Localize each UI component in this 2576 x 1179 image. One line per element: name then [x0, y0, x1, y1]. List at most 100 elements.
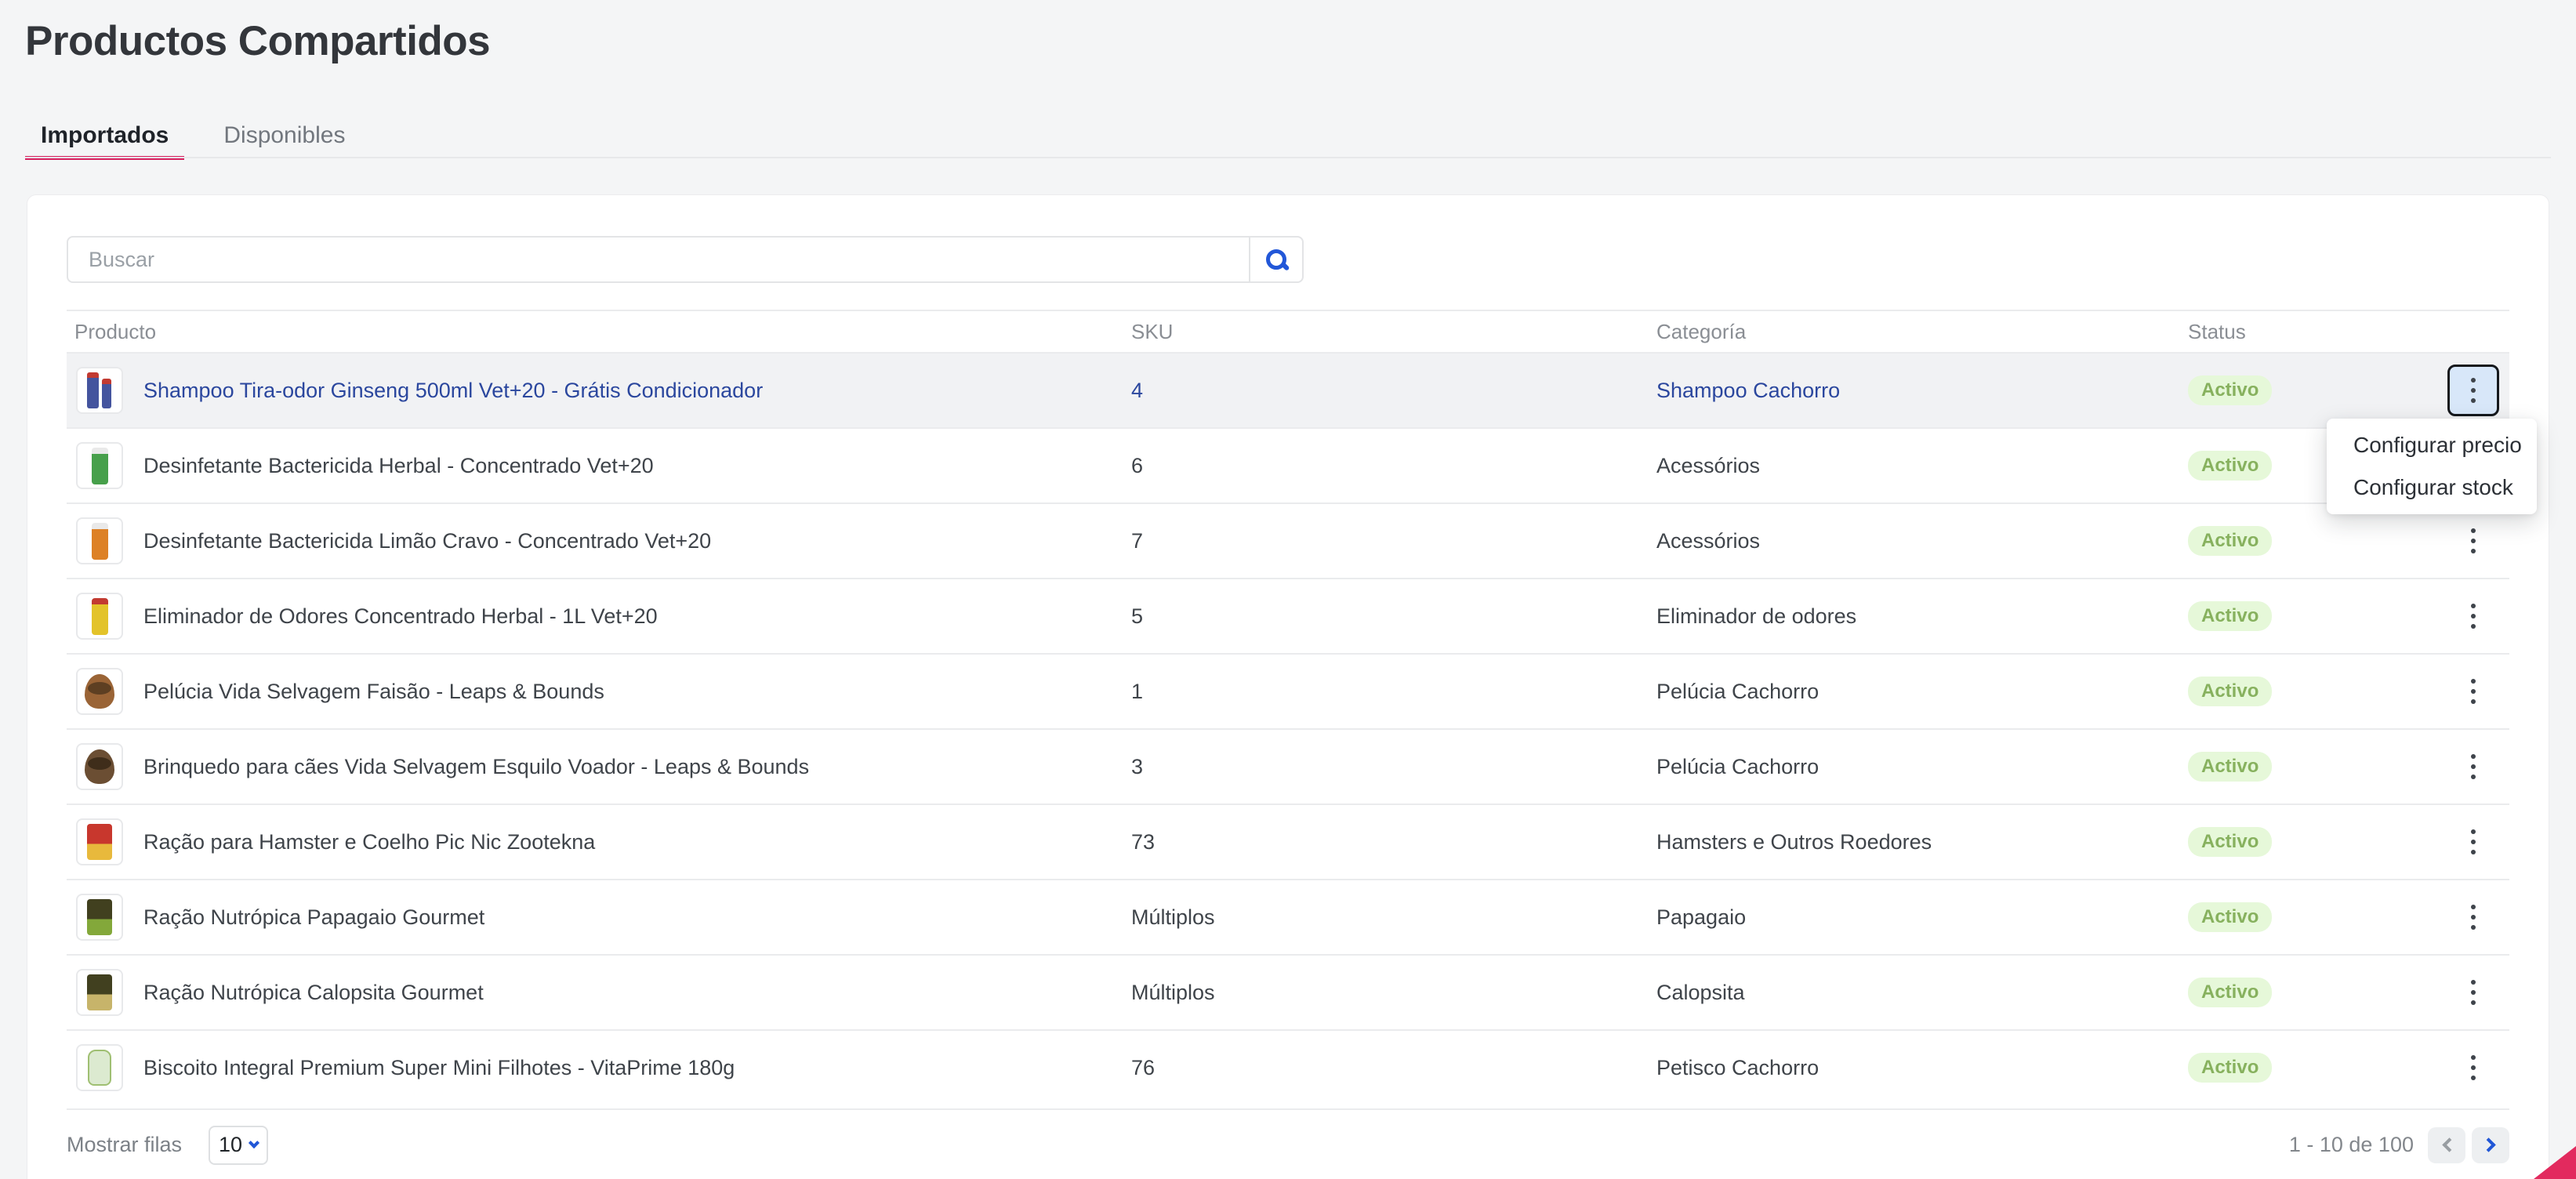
kebab-icon [2471, 829, 2476, 854]
product-thumbnail [76, 442, 123, 489]
status-badge: Activo [2188, 451, 2272, 481]
chevron-right-icon [2481, 1137, 2495, 1152]
product-name-link[interactable]: Desinfetante Bactericida Herbal - Concen… [143, 454, 654, 478]
product-category: Eliminador de odores [1656, 604, 2188, 629]
product-name-link[interactable]: Ração Nutrópica Calopsita Gourmet [143, 981, 484, 1005]
status-badge: Activo [2188, 375, 2272, 405]
row-actions-button[interactable] [2447, 816, 2499, 868]
table-header: Producto SKU Categoría Status [67, 310, 2509, 352]
column-header-producto: Producto [67, 320, 1131, 344]
product-image [85, 674, 114, 709]
page: Productos Compartidos Importados Disponi… [0, 0, 2576, 1179]
product-thumbnail [76, 969, 123, 1016]
status-badge: Activo [2188, 1053, 2272, 1083]
rows-per-page-select[interactable]: 10 [209, 1126, 268, 1165]
kebab-icon [2471, 905, 2476, 930]
product-thumbnail [76, 894, 123, 941]
row-actions-button[interactable] [2447, 515, 2499, 567]
table-row: Desinfetante Bactericida Limão Cravo - C… [67, 502, 2509, 578]
kebab-icon [2471, 528, 2476, 553]
product-name-link[interactable]: Ração para Hamster e Coelho Pic Nic Zoot… [143, 830, 595, 854]
table-footer: Mostrar filas 10 1 - 10 de 100 [67, 1108, 2509, 1179]
product-category: Pelúcia Cachorro [1656, 755, 2188, 779]
kebab-icon [2471, 604, 2476, 629]
row-actions-button[interactable] [2447, 1042, 2499, 1094]
row-actions-button[interactable] [2447, 741, 2499, 793]
product-category: Pelúcia Cachorro [1656, 680, 2188, 704]
rows-per-page-label: Mostrar filas [67, 1133, 182, 1157]
corner-accent[interactable] [2534, 1146, 2576, 1179]
product-image [92, 448, 108, 484]
pagination-prev-button[interactable] [2428, 1127, 2465, 1163]
product-name-link[interactable]: Brinquedo para cães Vida Selvagem Esquil… [143, 755, 809, 779]
search-button[interactable] [1249, 236, 1304, 283]
row-actions-button[interactable] [2447, 365, 2499, 416]
kebab-icon [2471, 378, 2476, 403]
product-category: Shampoo Cachorro [1656, 379, 2188, 403]
pagination-next-button[interactable] [2472, 1127, 2509, 1163]
table-row: Ração Nutrópica Papagaio Gourmet Múltipl… [67, 879, 2509, 954]
row-actions-button[interactable] [2447, 590, 2499, 642]
product-sku: Múltiplos [1131, 981, 1656, 1005]
product-sku: 73 [1131, 830, 1656, 854]
product-name-link[interactable]: Ração Nutrópica Papagaio Gourmet [143, 905, 484, 930]
row-actions-button[interactable] [2447, 967, 2499, 1018]
tabs: Importados Disponibles [25, 113, 361, 158]
search-bar [67, 236, 1304, 283]
product-image [92, 598, 108, 635]
product-sku: Múltiplos [1131, 905, 1656, 930]
product-thumbnail [76, 517, 123, 564]
product-category: Papagaio [1656, 905, 2188, 930]
column-header-sku: SKU [1131, 320, 1656, 344]
product-sku: 4 [1131, 379, 1656, 403]
product-sku: 6 [1131, 454, 1656, 478]
product-thumbnail [76, 593, 123, 640]
status-badge: Activo [2188, 526, 2272, 556]
column-header-categoria: Categoría [1656, 320, 2188, 344]
search-input[interactable] [67, 236, 1249, 283]
product-thumbnail [76, 367, 123, 414]
product-name-link[interactable]: Pelúcia Vida Selvagem Faisão - Leaps & B… [143, 680, 604, 704]
column-header-status: Status [2188, 320, 2435, 344]
product-sku: 76 [1131, 1056, 1656, 1080]
product-category: Acessórios [1656, 454, 2188, 478]
product-name-link[interactable]: Biscoito Integral Premium Super Mini Fil… [143, 1056, 735, 1080]
status-badge: Activo [2188, 902, 2272, 932]
menu-item-configurar-precio[interactable]: Configurar precio [2327, 424, 2537, 466]
row-actions-button[interactable] [2447, 666, 2499, 717]
kebab-icon [2471, 980, 2476, 1005]
product-image [87, 824, 112, 860]
product-thumbnail [76, 743, 123, 790]
product-sku: 5 [1131, 604, 1656, 629]
table-row: Eliminador de Odores Concentrado Herbal … [67, 578, 2509, 653]
product-sku: 1 [1131, 680, 1656, 704]
status-badge: Activo [2188, 677, 2272, 706]
products-card: Producto SKU Categoría Status Shampoo Ti… [27, 194, 2549, 1179]
table-row: Desinfetante Bactericida Herbal - Concen… [67, 427, 2509, 502]
pagination: 1 - 10 de 100 [2289, 1127, 2509, 1163]
menu-item-configurar-stock[interactable]: Configurar stock [2327, 466, 2537, 509]
table-row: Ração Nutrópica Calopsita Gourmet Múltip… [67, 954, 2509, 1029]
table-row: Pelúcia Vida Selvagem Faisão - Leaps & B… [67, 653, 2509, 728]
kebab-icon [2471, 754, 2476, 779]
products-table: Producto SKU Categoría Status Shampoo Ti… [67, 310, 2509, 1105]
tab-importados[interactable]: Importados [25, 113, 184, 158]
product-category: Petisco Cachorro [1656, 1056, 2188, 1080]
product-name-link[interactable]: Desinfetante Bactericida Limão Cravo - C… [143, 529, 711, 553]
product-name-link[interactable]: Eliminador de Odores Concentrado Herbal … [143, 604, 658, 629]
page-title: Productos Compartidos [25, 17, 490, 65]
tab-disponibles[interactable]: Disponibles [208, 113, 361, 158]
row-actions-menu: Configurar precio Configurar stock [2327, 419, 2537, 514]
chevron-down-icon [249, 1137, 259, 1148]
product-sku: 7 [1131, 529, 1656, 553]
product-image [87, 974, 112, 1010]
product-category: Acessórios [1656, 529, 2188, 553]
row-actions-button[interactable] [2447, 891, 2499, 943]
table-row: Biscoito Integral Premium Super Mini Fil… [67, 1029, 2509, 1105]
search-icon [1266, 249, 1286, 270]
rows-per-page-value: 10 [219, 1133, 242, 1157]
pagination-range: 1 - 10 de 100 [2289, 1133, 2414, 1157]
table-row: Brinquedo para cães Vida Selvagem Esquil… [67, 728, 2509, 804]
product-category: Hamsters e Outros Roedores [1656, 830, 2188, 854]
product-name-link[interactable]: Shampoo Tira-odor Ginseng 500ml Vet+20 -… [143, 379, 763, 403]
